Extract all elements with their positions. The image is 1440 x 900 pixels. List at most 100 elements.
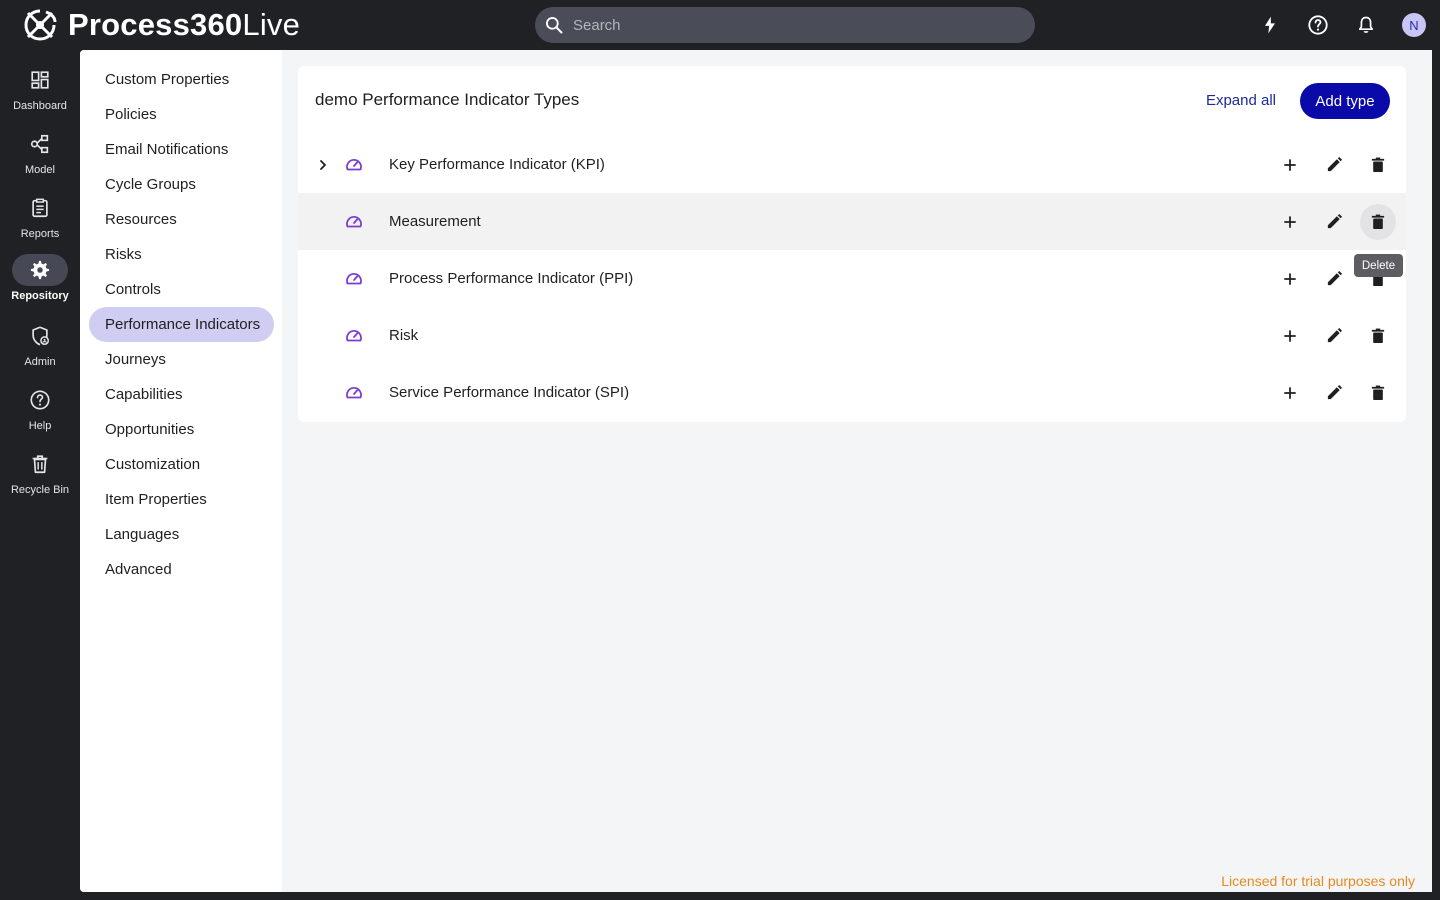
rail-label: Model bbox=[25, 164, 55, 176]
subnav-item-active[interactable]: Performance Indicators bbox=[89, 307, 274, 342]
app-name: Process360Live bbox=[68, 7, 301, 42]
rail-label: Recycle Bin bbox=[10, 484, 70, 496]
search-icon bbox=[546, 17, 563, 34]
delete-button[interactable] bbox=[1360, 318, 1396, 354]
rail-label: Reports bbox=[20, 228, 60, 240]
gauge-icon bbox=[346, 329, 362, 341]
plus-icon bbox=[1284, 158, 1296, 171]
delete-button[interactable] bbox=[1360, 147, 1396, 183]
rail-item-repository[interactable]: Repository bbox=[0, 254, 80, 314]
reports-icon bbox=[12, 192, 68, 224]
row-label: Risk bbox=[389, 327, 419, 344]
pencil-icon bbox=[1327, 384, 1342, 400]
gauge-icon bbox=[346, 272, 362, 284]
delete-button[interactable] bbox=[1360, 203, 1396, 240]
trash-icon bbox=[1371, 214, 1385, 229]
add-child-button[interactable] bbox=[1272, 147, 1308, 183]
row-label: Key Performance Indicator (KPI) bbox=[389, 156, 605, 173]
logo-mark-icon bbox=[24, 9, 57, 41]
pencil-icon bbox=[1327, 270, 1342, 286]
list-item[interactable]: Key Performance Indicator (KPI) bbox=[298, 136, 1406, 193]
subnav-item[interactable]: Opportunities bbox=[89, 412, 274, 447]
rail-item-reports[interactable]: Reports bbox=[0, 192, 80, 252]
row-label: Process Performance Indicator (PPI) bbox=[389, 270, 634, 287]
rail-item-help[interactable]: Help bbox=[0, 384, 80, 444]
search-input[interactable] bbox=[573, 16, 1013, 34]
pencil-icon bbox=[1327, 327, 1342, 343]
edit-button[interactable] bbox=[1316, 261, 1352, 297]
subnav-item[interactable]: Custom Properties bbox=[89, 62, 274, 97]
row-label: Measurement bbox=[389, 213, 481, 230]
user-avatar[interactable]: N bbox=[1402, 13, 1426, 37]
plus-icon bbox=[1284, 272, 1296, 285]
model-icon bbox=[12, 128, 68, 160]
add-type-button[interactable]: Add type bbox=[1300, 83, 1390, 119]
subnav-item[interactable]: Controls bbox=[89, 272, 274, 307]
admin-shield-icon bbox=[12, 320, 68, 352]
main-panel: Custom Properties Policies Email Notific… bbox=[80, 50, 1432, 892]
plus-icon bbox=[1284, 386, 1296, 399]
left-rail: Dashboard Model Reports Repository Admin… bbox=[0, 50, 80, 900]
delete-tooltip: Delete bbox=[1354, 254, 1403, 277]
subnav-item[interactable]: Journeys bbox=[89, 342, 274, 377]
rail-label: Repository bbox=[11, 290, 69, 302]
quick-actions-bolt-icon[interactable] bbox=[1258, 13, 1282, 37]
chevron-right-icon[interactable] bbox=[315, 157, 331, 173]
add-child-button[interactable] bbox=[1272, 261, 1308, 297]
rail-item-admin[interactable]: Admin bbox=[0, 320, 80, 380]
gauge-icon bbox=[346, 158, 362, 170]
trash-icon bbox=[1371, 157, 1385, 172]
plus-icon bbox=[1284, 329, 1296, 342]
rail-item-recycle-bin[interactable]: Recycle Bin bbox=[0, 448, 80, 508]
subnav-item[interactable]: Cycle Groups bbox=[89, 167, 274, 202]
add-child-button[interactable] bbox=[1272, 318, 1308, 354]
subnav-item[interactable]: Risks bbox=[89, 237, 274, 272]
rail-label: Help bbox=[28, 420, 52, 432]
trash-icon bbox=[1371, 328, 1385, 343]
gauge-icon bbox=[346, 215, 362, 227]
delete-button[interactable] bbox=[1360, 375, 1396, 411]
subnav-item[interactable]: Advanced bbox=[89, 552, 274, 587]
pencil-icon bbox=[1327, 156, 1342, 172]
notifications-bell-icon[interactable] bbox=[1354, 13, 1378, 37]
help-icon[interactable] bbox=[1306, 13, 1330, 37]
edit-button[interactable] bbox=[1316, 318, 1352, 354]
dashboard-icon bbox=[12, 64, 68, 96]
list-item[interactable]: Process Performance Indicator (PPI) bbox=[298, 250, 1406, 307]
expand-all-link[interactable]: Expand all bbox=[1206, 92, 1276, 109]
subnav-item[interactable]: Item Properties bbox=[89, 482, 274, 517]
list-item[interactable]: Measurement bbox=[298, 193, 1406, 250]
gauge-icon bbox=[346, 386, 362, 398]
page-title: demo Performance Indicator Types bbox=[315, 90, 580, 109]
row-label: Service Performance Indicator (SPI) bbox=[389, 384, 630, 401]
gear-icon bbox=[12, 254, 68, 286]
plus-icon bbox=[1284, 215, 1296, 228]
edit-button[interactable] bbox=[1316, 375, 1352, 411]
help-icon bbox=[12, 384, 68, 416]
list-item[interactable]: Service Performance Indicator (SPI) bbox=[298, 364, 1406, 421]
rail-label: Dashboard bbox=[13, 100, 67, 112]
rail-label: Admin bbox=[24, 356, 56, 368]
subnav-item[interactable]: Capabilities bbox=[89, 377, 274, 412]
search-bar[interactable] bbox=[535, 7, 1035, 43]
top-bar: Process360Live N bbox=[0, 0, 1440, 50]
subnav-item[interactable]: Policies bbox=[89, 97, 274, 132]
subnav-item[interactable]: Customization bbox=[89, 447, 274, 482]
subnav-item[interactable]: Resources bbox=[89, 202, 274, 237]
types-card: demo Performance Indicator Types Expand … bbox=[298, 66, 1406, 422]
recycle-bin-icon bbox=[12, 448, 68, 480]
list-item[interactable]: Risk bbox=[298, 307, 1406, 364]
pencil-icon bbox=[1327, 213, 1342, 229]
app-logo[interactable]: Process360Live bbox=[22, 7, 301, 42]
edit-button[interactable] bbox=[1316, 147, 1352, 183]
license-notice: Licensed for trial purposes only bbox=[1221, 873, 1415, 889]
subnav-item[interactable]: Languages bbox=[89, 517, 274, 552]
add-child-button[interactable] bbox=[1272, 204, 1308, 240]
subnav-item[interactable]: Email Notifications bbox=[89, 132, 274, 167]
rail-item-dashboard[interactable]: Dashboard bbox=[0, 64, 80, 124]
trash-icon bbox=[1371, 385, 1385, 400]
edit-button[interactable] bbox=[1316, 204, 1352, 240]
rail-item-model[interactable]: Model bbox=[0, 128, 80, 188]
repository-subnav: Custom Properties Policies Email Notific… bbox=[80, 50, 282, 892]
add-child-button[interactable] bbox=[1272, 375, 1308, 411]
